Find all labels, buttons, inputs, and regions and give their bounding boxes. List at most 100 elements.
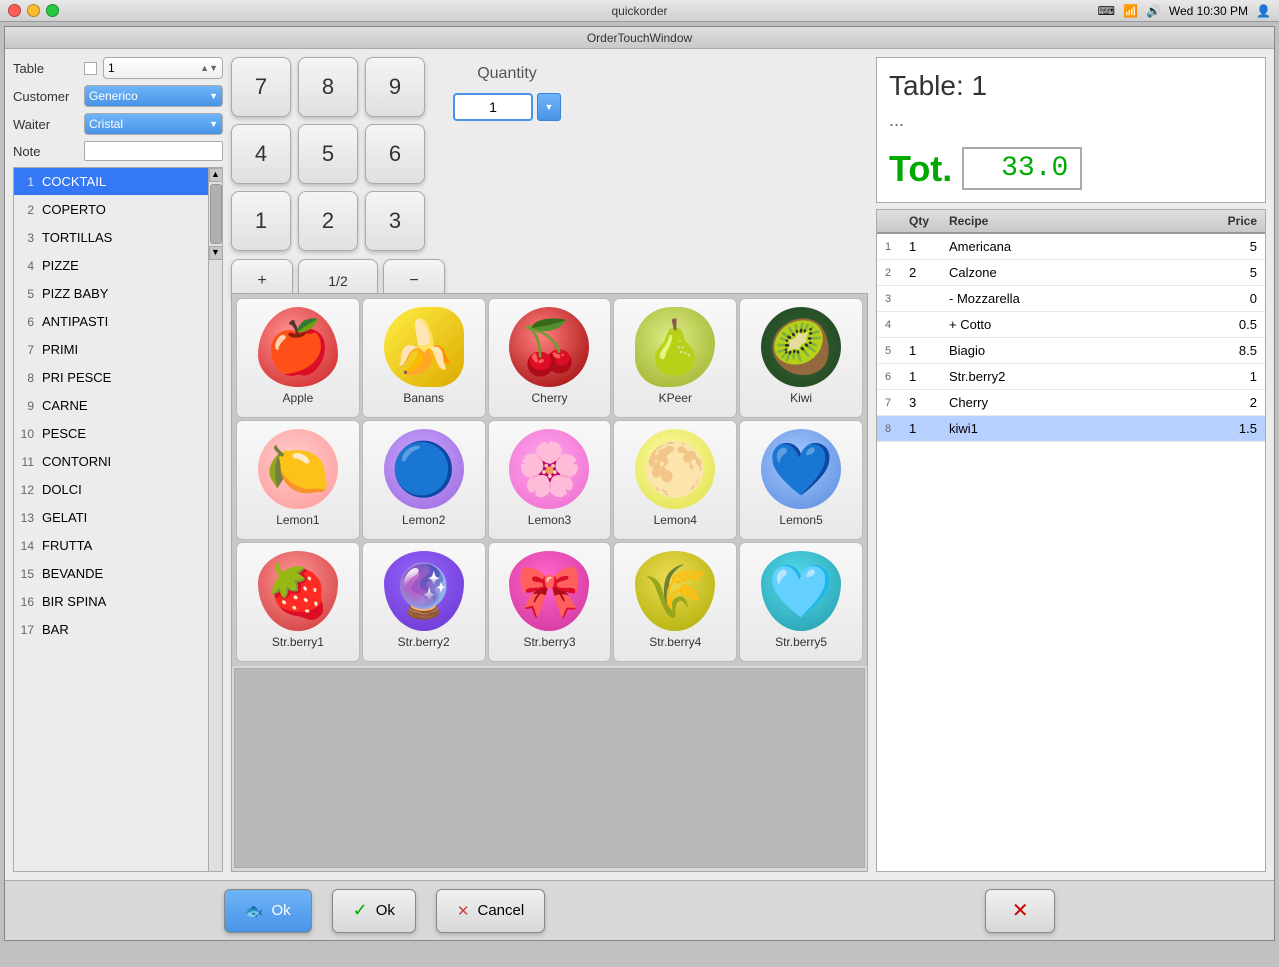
quantity-dropdown-button[interactable]: ▼ (537, 93, 561, 121)
category-item-dolci[interactable]: 12DOLCI (14, 476, 208, 504)
delete-button[interactable]: ✕ (985, 889, 1055, 933)
scrollbar-thumb[interactable] (210, 184, 222, 244)
category-item-bevande[interactable]: 15BEVANDE (14, 560, 208, 588)
product-name: KPeer (659, 391, 692, 405)
category-item-pesce[interactable]: 10PESCE (14, 420, 208, 448)
category-num: 10 (14, 427, 38, 441)
order-row[interactable]: 1 1 Americana 5 (877, 234, 1265, 260)
category-item-frutta[interactable]: 14FRUTTA (14, 532, 208, 560)
product-item-kpeer[interactable]: 🍐 KPeer (613, 298, 737, 418)
product-item-str-berry3[interactable]: 🎀 Str.berry3 (488, 542, 612, 662)
product-item-str-berry5[interactable]: 🩵 Str.berry5 (739, 542, 863, 662)
category-name: PRI PESCE (38, 370, 111, 385)
category-item-gelati[interactable]: 13GELATI (14, 504, 208, 532)
category-item-pri pesce[interactable]: 8PRI PESCE (14, 364, 208, 392)
menubar-right: ⌨ 📶 🔊 Wed 10:30 PM 👤 (1098, 4, 1271, 18)
category-num: 7 (14, 343, 38, 357)
table-input[interactable]: 1 ▲▼ (103, 57, 223, 79)
category-name: PIZZ BABY (38, 286, 108, 301)
minimize-window-button[interactable] (27, 4, 40, 17)
order-row[interactable]: 7 3 Cherry 2 (877, 390, 1265, 416)
category-num: 14 (14, 539, 38, 553)
category-item-tortillas[interactable]: 3TORTILLAS (14, 224, 208, 252)
numpad-2-button[interactable]: 2 (298, 191, 358, 251)
numpad-8-button[interactable]: 8 (298, 57, 358, 117)
category-num: 1 (14, 175, 38, 189)
order-row-qty: 1 (905, 368, 945, 385)
category-name: BAR (38, 622, 69, 637)
product-image: 🔮 (384, 551, 464, 631)
product-item-kiwi[interactable]: 🥝 Kiwi (739, 298, 863, 418)
wifi-icon: 📶 (1123, 4, 1138, 18)
product-item-banans[interactable]: 🍌 Banans (362, 298, 486, 418)
order-table: Qty Recipe Price 1 1 Americana 5 2 2 Cal… (876, 209, 1266, 872)
numpad-4-button[interactable]: 4 (231, 124, 291, 184)
order-row-num: 3 (881, 292, 905, 306)
product-item-lemon1[interactable]: 🍋 Lemon1 (236, 420, 360, 540)
maximize-window-button[interactable] (46, 4, 59, 17)
category-item-antipasti[interactable]: 6ANTIPASTI (14, 308, 208, 336)
category-item-bar[interactable]: 17BAR (14, 616, 208, 644)
product-item-lemon5[interactable]: 💙 Lemon5 (739, 420, 863, 540)
product-item-lemon4[interactable]: 🌕 Lemon4 (613, 420, 737, 540)
order-row[interactable]: 6 1 Str.berry2 1 (877, 364, 1265, 390)
numpad-6-button[interactable]: 6 (365, 124, 425, 184)
cancel-button[interactable]: ✕ Cancel (436, 889, 545, 933)
waiter-arrow-icon: ▼ (209, 119, 218, 129)
note-label: Note (13, 144, 78, 159)
product-name: Lemon4 (654, 513, 697, 527)
category-item-bir spina[interactable]: 16BIR SPINA (14, 588, 208, 616)
os-app-name: quickorder (611, 4, 667, 18)
traffic-lights[interactable] (8, 4, 59, 17)
product-grid: 🍎 Apple 🍌 Banans 🍒 Cherry 🍐 KPeer 🥝 Kiwi… (232, 294, 867, 666)
table-checkbox[interactable] (84, 62, 97, 75)
category-item-primi[interactable]: 7PRIMI (14, 336, 208, 364)
numpad-5-button[interactable]: 5 (298, 124, 358, 184)
category-name: GELATI (38, 510, 87, 525)
product-item-lemon2[interactable]: 🔵 Lemon2 (362, 420, 486, 540)
scrollbar-up-button[interactable]: ▲ (209, 168, 223, 182)
order-row[interactable]: 4 + Cotto 0.5 (877, 312, 1265, 338)
order-row[interactable]: 2 2 Calzone 5 (877, 260, 1265, 286)
product-item-str-berry1[interactable]: 🍓 Str.berry1 (236, 542, 360, 662)
order-row[interactable]: 8 1 kiwi1 1.5 (877, 416, 1265, 442)
ok-primary-button[interactable]: 🐟 Ok (224, 889, 312, 933)
product-item-str-berry2[interactable]: 🔮 Str.berry2 (362, 542, 486, 662)
close-window-button[interactable] (8, 4, 21, 17)
order-row[interactable]: 5 1 Biagio 8.5 (877, 338, 1265, 364)
category-name: BIR SPINA (38, 594, 106, 609)
category-item-pizze[interactable]: 4PIZZE (14, 252, 208, 280)
product-image: 🍐 (635, 307, 715, 387)
numpad-9-button[interactable]: 9 (365, 57, 425, 117)
category-name: COCKTAIL (38, 174, 106, 189)
bottom-bar: 🐟 Ok ✓ Ok ✕ Cancel ✕ (5, 880, 1274, 940)
category-item-cocktail[interactable]: 1COCKTAIL (14, 168, 208, 196)
customer-row-form: Customer Generico ▼ (13, 85, 223, 107)
order-row-qty: 1 (905, 342, 945, 359)
category-num: 3 (14, 231, 38, 245)
waiter-input[interactable]: Cristal ▼ (84, 113, 223, 135)
order-row[interactable]: 3 - Mozzarella 0 (877, 286, 1265, 312)
note-input[interactable] (84, 141, 223, 161)
category-item-contorni[interactable]: 11CONTORNI (14, 448, 208, 476)
product-item-lemon3[interactable]: 🌸 Lemon3 (488, 420, 612, 540)
category-item-pizz baby[interactable]: 5PIZZ BABY (14, 280, 208, 308)
category-list: 1COCKTAIL2COPERTO3TORTILLAS4PIZZE5PIZZ B… (14, 168, 208, 871)
numpad-1-button[interactable]: 1 (231, 191, 291, 251)
numpad-3-button[interactable]: 3 (365, 191, 425, 251)
customer-input[interactable]: Generico ▼ (84, 85, 223, 107)
category-list-container: 1COCKTAIL2COPERTO3TORTILLAS4PIZZE5PIZZ B… (13, 167, 223, 872)
product-item-str-berry4[interactable]: 🌾 Str.berry4 (613, 542, 737, 662)
product-image: 🍎 (258, 307, 338, 387)
category-item-coperto[interactable]: 2COPERTO (14, 196, 208, 224)
product-item-cherry[interactable]: 🍒 Cherry (488, 298, 612, 418)
product-item-apple[interactable]: 🍎 Apple (236, 298, 360, 418)
scrollbar-down-button[interactable]: ▼ (209, 246, 223, 260)
table-label: Table (13, 61, 78, 76)
category-item-carne[interactable]: 9CARNE (14, 392, 208, 420)
category-scrollbar[interactable]: ▲ ▼ (208, 168, 222, 871)
order-row-recipe: Biagio (945, 342, 1201, 359)
ok-secondary-button[interactable]: ✓ Ok (332, 889, 416, 933)
numpad-7-button[interactable]: 7 (231, 57, 291, 117)
quantity-input[interactable] (453, 93, 533, 121)
